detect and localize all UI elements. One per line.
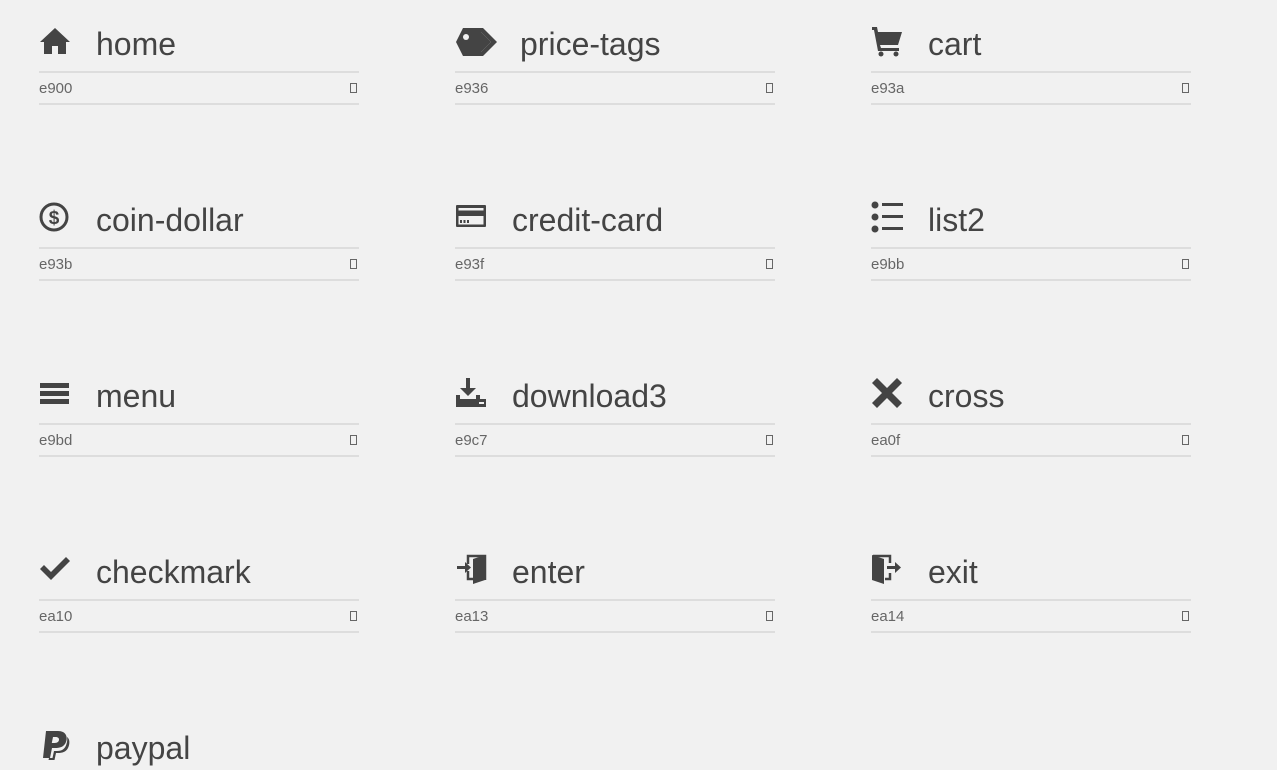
home-icon	[39, 25, 71, 57]
glyph-name: enter	[512, 554, 585, 590]
glyph-name: menu	[96, 378, 177, 414]
glyph-code[interactable]: e936	[455, 81, 488, 97]
glyph-code-row: e900	[39, 71, 359, 105]
glyph-code-row: e9bd	[39, 423, 359, 457]
glyph-code[interactable]: e93b	[39, 257, 72, 273]
glyph-name: cart	[928, 26, 982, 62]
glyph-char-box[interactable]	[766, 611, 773, 621]
glyph-char-box[interactable]	[1182, 83, 1189, 93]
glyph-char-box[interactable]	[766, 83, 773, 93]
glyph-code-row: ea14	[871, 599, 1191, 633]
svg-text:$: $	[49, 208, 60, 229]
glyph-code-row: e93b	[39, 247, 359, 281]
glyph-code-row: ea10	[39, 599, 359, 633]
glyph-name: cross	[928, 378, 1005, 414]
glyph-char-box[interactable]	[1182, 259, 1189, 269]
glyph-code-row: ea0f	[871, 423, 1191, 457]
coin-dollar-icon: $	[39, 201, 71, 233]
list2-icon	[871, 201, 903, 233]
glyph-code[interactable]: e93a	[871, 81, 904, 97]
download3-icon	[455, 377, 487, 409]
glyph-char-box[interactable]	[350, 83, 357, 93]
paypal-icon	[39, 729, 71, 761]
glyph-name: coin-dollar	[96, 202, 244, 238]
glyph-char-box[interactable]	[350, 259, 357, 269]
glyph-code[interactable]: ea13	[455, 609, 488, 625]
glyph-name: checkmark	[96, 554, 251, 590]
glyph-code[interactable]: e900	[39, 81, 72, 97]
glyph-code[interactable]: ea0f	[871, 433, 900, 449]
glyph-name: list2	[928, 202, 985, 238]
glyph-char-box[interactable]	[766, 435, 773, 445]
checkmark-icon	[39, 553, 71, 585]
glyph-code[interactable]: ea14	[871, 609, 904, 625]
glyph-name: price-tags	[520, 26, 661, 62]
glyph-code-row: e9bb	[871, 247, 1191, 281]
glyph-code-row: e93f	[455, 247, 775, 281]
glyph-code[interactable]: ea10	[39, 609, 72, 625]
glyph-code-row: e936	[455, 71, 775, 105]
cart-icon	[871, 25, 903, 57]
glyph-code-row: ea13	[455, 599, 775, 633]
glyph-char-box[interactable]	[766, 259, 773, 269]
menu-icon	[39, 377, 71, 409]
glyph-name: exit	[928, 554, 978, 590]
glyph-code-row: e9c7	[455, 423, 775, 457]
glyph-code[interactable]: e9bb	[871, 257, 904, 273]
glyph-char-box[interactable]	[350, 435, 357, 445]
price-tags-icon	[455, 25, 497, 57]
glyph-name: paypal	[96, 730, 191, 766]
glyph-name: credit-card	[512, 202, 664, 238]
glyph-char-box[interactable]	[1182, 611, 1189, 621]
glyph-code[interactable]: e93f	[455, 257, 484, 273]
cross-icon	[871, 377, 903, 409]
enter-icon	[455, 553, 487, 585]
exit-icon	[871, 553, 903, 585]
glyph-name: download3	[512, 378, 667, 414]
credit-card-icon	[455, 201, 487, 233]
glyph-char-box[interactable]	[350, 611, 357, 621]
glyph-code-row: e93a	[871, 71, 1191, 105]
glyph-char-box[interactable]	[1182, 435, 1189, 445]
glyph-code[interactable]: e9c7	[455, 433, 488, 449]
glyph-name: home	[96, 26, 177, 62]
glyph-code[interactable]: e9bd	[39, 433, 72, 449]
